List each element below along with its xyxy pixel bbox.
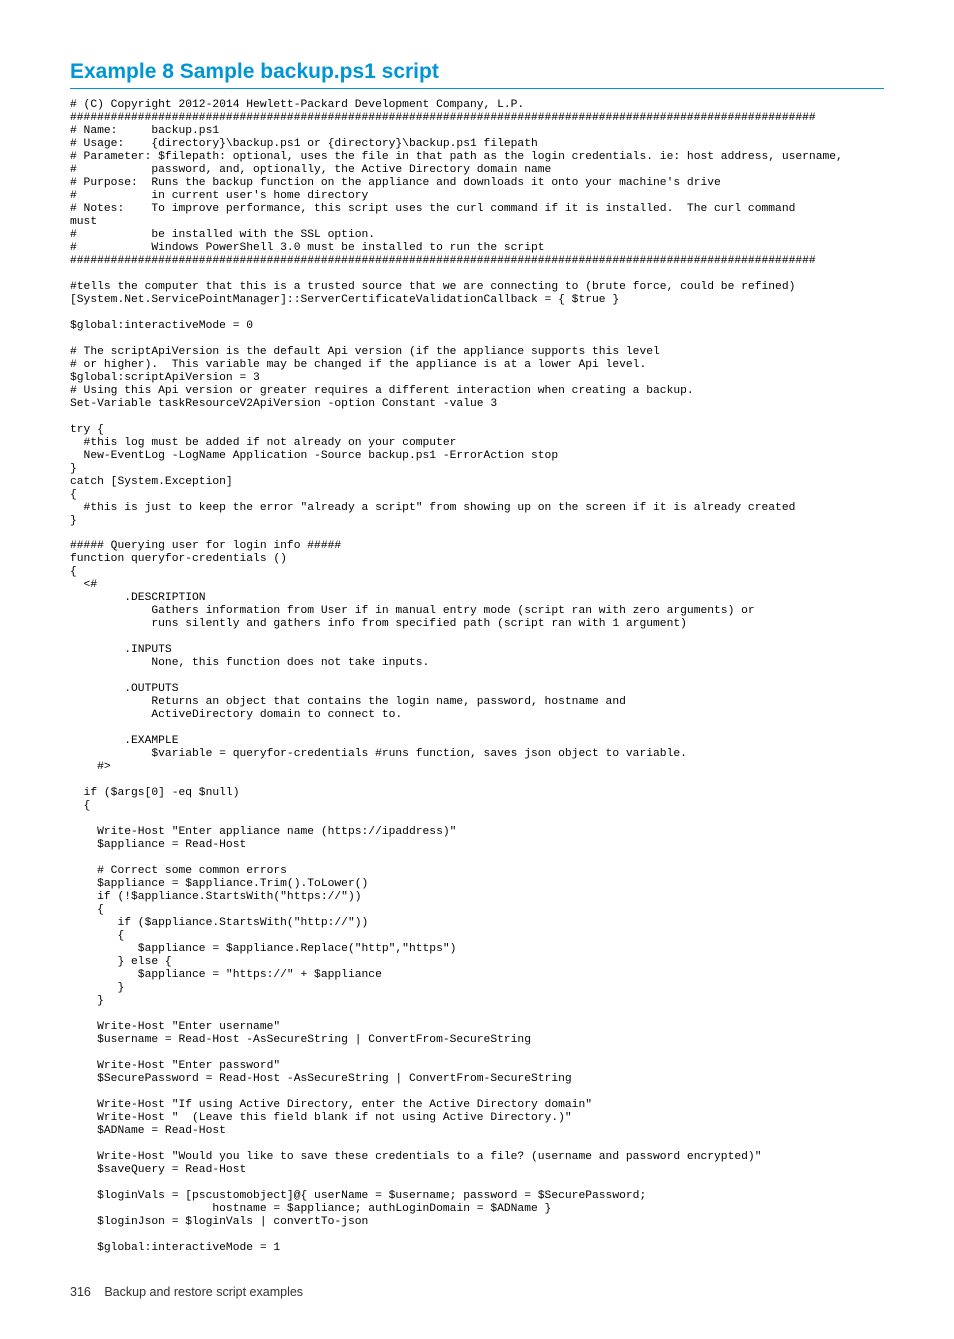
footer-text: Backup and restore script examples [104, 1285, 303, 1299]
code-listing: # (C) Copyright 2012-2014 Hewlett-Packar… [70, 99, 884, 1255]
section-heading: Example 8 Sample backup.ps1 script [70, 60, 884, 89]
page-footer: 316 Backup and restore script examples [70, 1285, 884, 1299]
page-number: 316 [70, 1285, 91, 1299]
